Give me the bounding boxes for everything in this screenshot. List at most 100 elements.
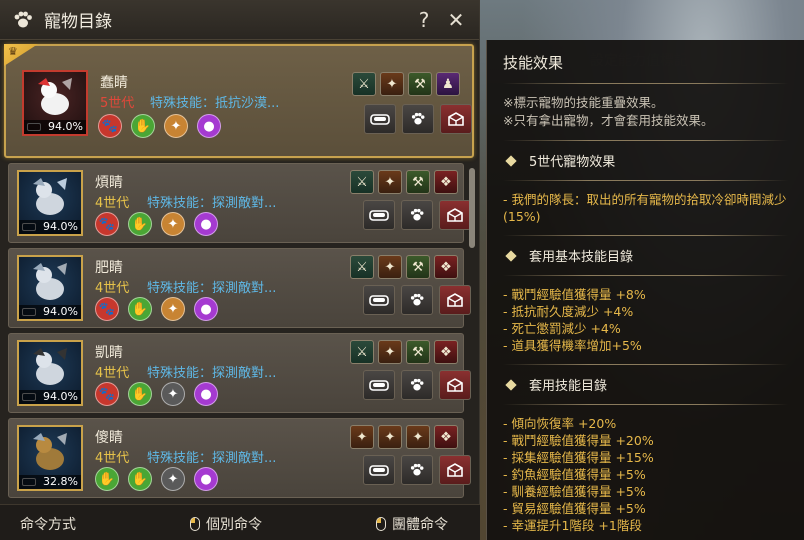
skill-red-icon[interactable]: ❖ (434, 170, 458, 194)
mouse-right-click-icon (376, 517, 386, 531)
food-bowl-icon (370, 114, 390, 125)
effect-section: 套用基本技能目錄 - 戰鬥經驗值獲得量 +8% - 抵抗耐久度減少 +4% - 死亡… (503, 246, 788, 365)
trait-red-icon: 🐾 (95, 297, 119, 321)
pet-info-button[interactable] (402, 104, 434, 134)
seal-pet-button[interactable] (439, 285, 471, 315)
pet-portrait-image (33, 433, 67, 470)
pet-card[interactable]: ♛ 94.0% 蠢睛 5世代 特殊技能：抵抗沙漠... 🐾 ✋ ✦ ● ⚔ ✦ ⚒ ♟ (4, 44, 474, 158)
food-bowl-icon (369, 465, 389, 476)
skill-red-icon[interactable]: ❖ (434, 425, 458, 449)
window-titlebar[interactable]: 寵物目錄 ? ✕ (0, 0, 479, 40)
effect-line: - 戰鬥經驗值獲得量 +20% (503, 433, 654, 448)
trait-green-icon: ✋ (128, 212, 152, 236)
trait-green-icon: ✋ (128, 297, 152, 321)
pet-info-button[interactable] (401, 200, 433, 230)
pet-portrait-image (33, 348, 67, 385)
skill-teal-icon[interactable]: ⚔ (350, 170, 374, 194)
box-icon (448, 112, 464, 126)
pet-card[interactable]: 94.0% 凱睛 4世代 特殊技能：探測敵對... 🐾 ✋ ✦ ● ⚔ ✦ ⚒ ❖ (8, 333, 471, 413)
pet-info-button[interactable] (401, 285, 433, 315)
pet-trait-icons: ✋ ✋ ✦ ● (95, 467, 218, 491)
feed-button[interactable] (364, 104, 396, 134)
skill-orange-icon[interactable]: ✦ (350, 425, 374, 449)
effect-line: - 戰鬥經驗值獲得量 +8% (503, 287, 646, 302)
pet-info-button[interactable] (401, 370, 433, 400)
trait-red-icon: 🐾 (95, 382, 119, 406)
skill-orange-icon[interactable]: ✦ (378, 170, 402, 194)
feed-button[interactable] (363, 370, 395, 400)
pet-command-buttons (363, 200, 471, 230)
pet-condition-percent: 94.0% (19, 390, 81, 404)
feed-button[interactable] (363, 285, 395, 315)
skill-green-icon[interactable]: ⚒ (406, 340, 430, 364)
skill-purple-icon[interactable]: ♟ (436, 72, 460, 96)
skill-green-icon[interactable]: ⚒ (406, 255, 430, 279)
skill-green-icon[interactable]: ⚒ (406, 170, 430, 194)
skill-orange-icon[interactable]: ✦ (380, 72, 404, 96)
pet-generation: 4世代 (95, 451, 130, 466)
pet-card[interactable]: 94.0% 煩睛 4世代 特殊技能：探測敵對... 🐾 ✋ ✦ ● ⚔ ✦ ⚒ ❖ (8, 163, 471, 243)
pet-special-skill: 特殊技能：探測敵對... (147, 366, 277, 381)
feed-button[interactable] (363, 200, 395, 230)
pet-trait-icons: 🐾 ✋ ✦ ● (95, 297, 218, 321)
pet-name: 凱睛 (95, 345, 123, 361)
divider (503, 364, 788, 365)
section-heading-text: 套用基本技能目錄 (529, 250, 634, 265)
skill-orange-icon[interactable]: ✦ (378, 340, 402, 364)
pet-info-button[interactable] (401, 455, 433, 485)
pet-special-skill: 特殊技能：抵抗沙漠... (150, 96, 280, 111)
pet-name: 肥睛 (95, 260, 123, 276)
seal-pet-button[interactable] (439, 200, 471, 230)
skill-orange-icon[interactable]: ✦ (378, 255, 402, 279)
crown-icon: ♛ (4, 44, 38, 66)
pet-list-scrollbar[interactable] (469, 168, 475, 248)
mouse-left-click-icon (190, 517, 200, 531)
pet-card[interactable]: 94.0% 肥睛 4世代 特殊技能：探測敵對... 🐾 ✋ ✦ ● ⚔ ✦ ⚒ ❖ (8, 248, 471, 328)
skill-red-icon[interactable]: ❖ (434, 255, 458, 279)
group-command-label: 團體命令 (392, 517, 448, 533)
command-footer: 命令方式 個別命令 團體命令 (0, 504, 480, 540)
pet-skill-icons: ⚔ ✦ ⚒ ❖ (350, 170, 458, 194)
pet-skill-icons: ⚔ ✦ ⚒ ❖ (350, 255, 458, 279)
effect-line: - 採集經驗值獲得量 +15% (503, 450, 654, 465)
individual-command-hint: 個別命令 (190, 514, 262, 534)
seal-pet-button[interactable] (439, 455, 471, 485)
trait-purple-icon: ● (194, 297, 218, 321)
diamond-bullet-icon (505, 378, 517, 391)
help-button[interactable]: ? (411, 7, 437, 33)
window-title: 寵物目錄 (44, 12, 112, 32)
pet-condition-percent: 94.0% (19, 305, 81, 319)
seal-pet-button[interactable] (439, 370, 471, 400)
box-icon (447, 208, 463, 222)
skill-teal-icon[interactable]: ⚔ (350, 340, 374, 364)
pet-trait-icons: 🐾 ✋ ✦ ● (95, 382, 218, 406)
trait-purple-icon: ● (194, 212, 218, 236)
skill-green-icon[interactable]: ⚒ (408, 72, 432, 96)
skill-orange-icon[interactable]: ✦ (378, 425, 402, 449)
paw-icon (410, 378, 424, 391)
box-icon (447, 293, 463, 307)
pet-special-skill: 特殊技能：探測敵對... (147, 196, 277, 211)
food-bowl-icon (369, 380, 389, 391)
effect-line: - 抵抗耐久度減少 +4% (503, 304, 634, 319)
pet-portrait: 94.0% (22, 70, 88, 136)
close-button[interactable]: ✕ (443, 7, 469, 33)
seal-pet-button[interactable] (440, 104, 472, 134)
trait-orange-icon: ✦ (161, 297, 185, 321)
trait-green-icon: ✋ (95, 467, 119, 491)
skill-teal-icon[interactable]: ⚔ (352, 72, 376, 96)
trait-purple-icon: ● (197, 114, 221, 138)
pet-skill-icons: ⚔ ✦ ⚒ ♟ (352, 72, 460, 96)
skill-red-icon[interactable]: ❖ (434, 340, 458, 364)
trait-green-icon: ✋ (128, 467, 152, 491)
pet-portrait: 94.0% (17, 255, 83, 321)
skill-effect-panel: 技能效果 ※標示寵物的技能重疊效果。 ※只有拿出寵物，才會套用技能效果。 5世代… (486, 40, 804, 540)
pet-portrait-image (38, 78, 72, 115)
skill-orange-icon[interactable]: ✦ (406, 425, 430, 449)
pet-card[interactable]: 32.8% 傻睛 4世代 特殊技能：探測敵對... ✋ ✋ ✦ ● ✦ ✦ ✦ ❖ (8, 418, 471, 498)
skill-panel-sections: 5世代寵物效果 - 我們的隊長：取出的所有寵物的拾取冷卻時間減少(15%) 套用基… (503, 151, 788, 540)
pet-special-skill: 特殊技能：探測敵對... (147, 281, 277, 296)
skill-teal-icon[interactable]: ⚔ (350, 255, 374, 279)
feed-button[interactable] (363, 455, 395, 485)
pet-generation: 5世代 (100, 96, 135, 111)
